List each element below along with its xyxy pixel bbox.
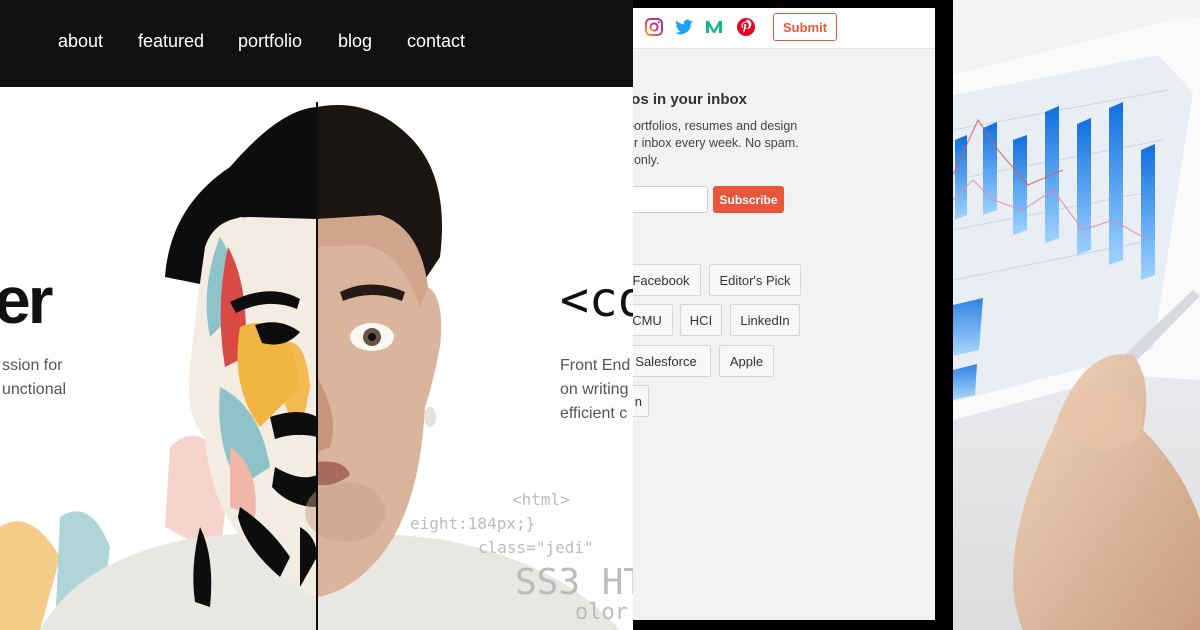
bar-mark [1141, 144, 1155, 280]
pinterest-icon[interactable] [736, 17, 756, 37]
code-snippet-line: eight:184px;} [410, 514, 536, 533]
code-snippet-line: SS3 HT [515, 562, 633, 603]
hero-description-right: Front End on writing efficient c [560, 357, 631, 422]
bar-mark [953, 364, 977, 400]
newsletter-panel: Submit ios in your inbox portfolios, res… [633, 8, 935, 620]
code-snippet-line: class="jedi" [478, 538, 594, 557]
submit-button[interactable]: Submit [773, 13, 837, 41]
tag-editors-pick[interactable]: Editor's Pick [709, 264, 801, 296]
hero-headline-left: er [0, 263, 53, 337]
tag-facebook[interactable]: Facebook [633, 264, 701, 296]
tag-linkedin[interactable]: LinkedIn [730, 304, 800, 336]
subscribe-button[interactable]: Subscribe [713, 186, 784, 213]
instagram-icon[interactable] [644, 17, 664, 37]
nav-featured[interactable]: featured [138, 31, 204, 52]
tablet-photo-illustration [953, 18, 1200, 630]
medium-icon[interactable] [704, 17, 724, 37]
hero-headline-right: <co [560, 272, 633, 328]
code-snippet-line: olor [575, 600, 628, 625]
email-field[interactable] [633, 186, 708, 213]
bar-mark [953, 298, 983, 356]
portfolio-site-panel: about featured portfolio blog contact er… [0, 0, 633, 630]
tag-apple[interactable]: Apple [719, 345, 774, 377]
hero-description-left: ssion for unctional [2, 357, 67, 398]
tag-salesforce[interactable]: Salesforce [633, 345, 711, 377]
bar-mark [1109, 102, 1123, 265]
nav-about[interactable]: about [58, 31, 103, 52]
tag-hci[interactable]: HCI [680, 304, 722, 336]
tag-partial[interactable]: n [633, 385, 649, 417]
nav-contact[interactable]: contact [407, 31, 465, 52]
bar-mark [1013, 135, 1027, 235]
nav-portfolio[interactable]: portfolio [238, 31, 302, 52]
inbox-heading: ios in your inbox [633, 91, 748, 108]
tablet-chart-photo [953, 0, 1200, 630]
panel-header: Submit [633, 8, 935, 49]
inbox-description: portfolios, resumes and design ur inbox … [633, 119, 799, 167]
bar-mark [1077, 118, 1091, 255]
tag-cmu[interactable]: CMU [633, 304, 673, 336]
twitter-icon[interactable] [674, 17, 694, 37]
code-snippet-line: <html> [512, 490, 570, 509]
top-nav: about featured portfolio blog contact [0, 0, 633, 87]
nav-blog[interactable]: blog [338, 31, 372, 52]
